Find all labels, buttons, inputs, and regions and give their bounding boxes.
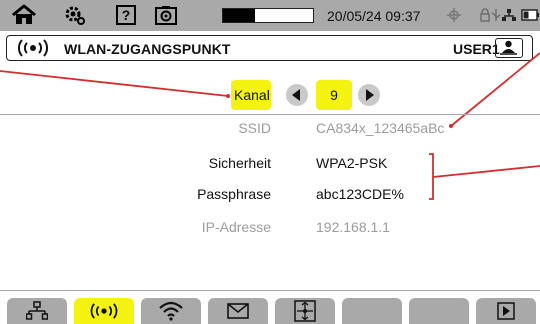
security-label: Sicherheit [208, 155, 271, 171]
divider [0, 114, 540, 115]
wifi-access-point-icon [90, 303, 118, 319]
channel-label: Kanal [234, 87, 270, 103]
security-value[interactable]: WPA2-PSK [316, 155, 387, 171]
passphrase-label: Passphrase [197, 186, 271, 202]
callout-line-ssid [450, 52, 540, 127]
sync-icon [294, 300, 316, 322]
callout-dot-channel [226, 94, 230, 98]
channel-prev-button[interactable] [285, 83, 309, 112]
wifi-icon [159, 301, 183, 321]
callout-dot-ssid [449, 124, 453, 128]
chevron-left-icon [286, 84, 308, 106]
network-icon [26, 301, 48, 320]
envelope-icon [227, 303, 249, 319]
channel-value-box[interactable]: 9 [316, 80, 352, 110]
play-icon [497, 302, 515, 320]
tab-sync[interactable] [275, 298, 335, 324]
callout-bracket [429, 153, 434, 200]
ssid-value: CA834x_123465aBc [316, 120, 445, 136]
tab-wifi[interactable] [141, 298, 201, 324]
ssid-label: SSID [238, 120, 271, 136]
ip-address-value: 192.168.1.1 [316, 219, 390, 235]
tab-wifi-access-point[interactable] [74, 298, 134, 324]
channel-value: 9 [330, 87, 338, 103]
tab-next[interactable] [476, 298, 536, 324]
tab-network[interactable] [7, 298, 67, 324]
ip-address-label: IP-Adresse [201, 219, 271, 235]
tab-email[interactable] [208, 298, 268, 324]
callout-line-security [432, 165, 540, 178]
chevron-right-icon [358, 84, 380, 106]
tab-empty-1 [342, 298, 402, 324]
callout-line-channel [0, 70, 229, 97]
channel-label-box[interactable]: Kanal [231, 80, 271, 110]
bottom-divider [0, 290, 540, 291]
passphrase-value[interactable]: abc123CDE% [316, 186, 404, 202]
channel-next-button[interactable] [357, 83, 381, 112]
tab-empty-2 [409, 298, 469, 324]
